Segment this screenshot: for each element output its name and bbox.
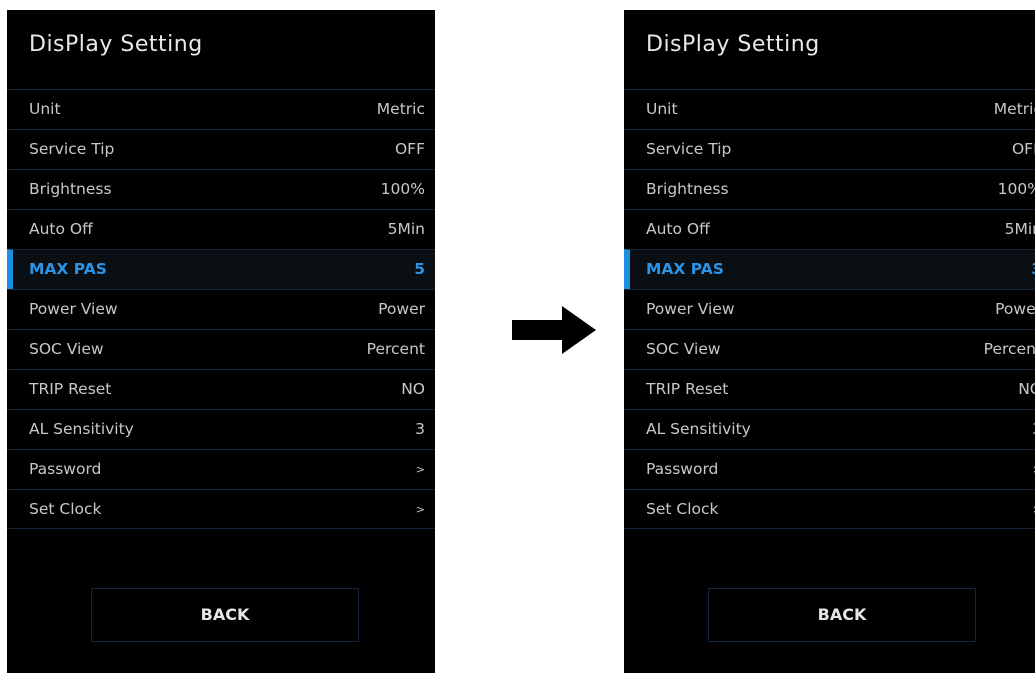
menu-item-label: Auto Off [646,220,710,238]
chevron-right-icon: > [415,463,425,476]
menu-item-max-pas[interactable]: MAX PAS 3 [624,249,1035,289]
menu-item-auto-off[interactable]: Auto Off 5Min [7,209,435,249]
menu-item-label: TRIP Reset [29,380,112,398]
menu-item-service-tip[interactable]: Service Tip OFF [624,129,1035,169]
menu-item-label: Brightness [646,180,729,198]
menu-item-value: 100% [997,180,1035,198]
menu-item-label: AL Sensitivity [646,420,751,438]
menu-item-value: NO [401,380,425,398]
menu-item-label: Unit [29,100,61,118]
menu-item-label: Password [29,460,102,478]
menu-item-value: 3 [415,420,425,438]
menu-item-value: Power [995,300,1035,318]
menu-item-trip-reset[interactable]: TRIP Reset NO [624,369,1035,409]
menu-item-value: 3 [1031,260,1035,278]
menu-item-label: Password [646,460,719,478]
menu-item-label: Set Clock [646,500,719,518]
menu-item-unit[interactable]: Unit Metric [624,89,1035,129]
menu-item-label: Brightness [29,180,112,198]
menu-item-label: MAX PAS [29,260,107,278]
menu-item-max-pas[interactable]: MAX PAS 5 [7,249,435,289]
menu-item-password[interactable]: Password > [624,449,1035,489]
menu-item-al-sensitivity[interactable]: AL Sensitivity 3 [7,409,435,449]
menu-item-value: OFF [1011,140,1035,158]
menu-item-value: OFF [394,140,425,158]
settings-menu: Unit Metric Service Tip OFF Brightness 1… [624,89,1035,529]
menu-item-value: Percent [366,340,425,358]
settings-menu: Unit Metric Service Tip OFF Brightness 1… [7,89,435,529]
menu-item-brightness[interactable]: Brightness 100% [624,169,1035,209]
menu-item-power-view[interactable]: Power View Power [624,289,1035,329]
menu-item-label: SOC View [29,340,104,358]
screen-title: DisPlay Setting [29,32,203,57]
menu-item-soc-view[interactable]: SOC View Percent [624,329,1035,369]
menu-item-value: Metric [376,100,425,118]
menu-item-label: Unit [646,100,678,118]
menu-item-value: Percent [983,340,1035,358]
menu-item-label: Power View [29,300,118,318]
right-arrow-icon [512,306,596,354]
menu-item-label: SOC View [646,340,721,358]
menu-item-value: 5Min [1004,220,1035,238]
back-button[interactable]: BACK [91,588,359,642]
menu-item-label: Auto Off [29,220,93,238]
menu-item-value: Metric [993,100,1035,118]
menu-item-label: Power View [646,300,735,318]
back-button[interactable]: BACK [708,588,976,642]
screen-title: DisPlay Setting [646,32,820,57]
display-setting-screen-after: DisPlay Setting Unit Metric Service Tip … [624,10,1035,673]
menu-item-label: AL Sensitivity [29,420,134,438]
menu-item-label: TRIP Reset [646,380,729,398]
menu-item-label: MAX PAS [646,260,724,278]
menu-item-value: 5Min [387,220,425,238]
menu-item-value: 5 [414,260,425,278]
menu-item-soc-view[interactable]: SOC View Percent [7,329,435,369]
menu-item-auto-off[interactable]: Auto Off 5Min [624,209,1035,249]
menu-item-label: Service Tip [646,140,732,158]
menu-item-unit[interactable]: Unit Metric [7,89,435,129]
menu-item-set-clock[interactable]: Set Clock > [7,489,435,529]
menu-item-value: 100% [380,180,425,198]
menu-item-al-sensitivity[interactable]: AL Sensitivity 3 [624,409,1035,449]
menu-item-password[interactable]: Password > [7,449,435,489]
menu-item-brightness[interactable]: Brightness 100% [7,169,435,209]
menu-item-value: Power [378,300,425,318]
menu-item-label: Set Clock [29,500,102,518]
menu-item-set-clock[interactable]: Set Clock > [624,489,1035,529]
menu-item-label: Service Tip [29,140,115,158]
chevron-right-icon: > [415,503,425,516]
menu-item-service-tip[interactable]: Service Tip OFF [7,129,435,169]
menu-item-value: NO [1018,380,1035,398]
menu-item-trip-reset[interactable]: TRIP Reset NO [7,369,435,409]
display-setting-screen-before: DisPlay Setting Unit Metric Service Tip … [7,10,435,673]
menu-item-power-view[interactable]: Power View Power [7,289,435,329]
